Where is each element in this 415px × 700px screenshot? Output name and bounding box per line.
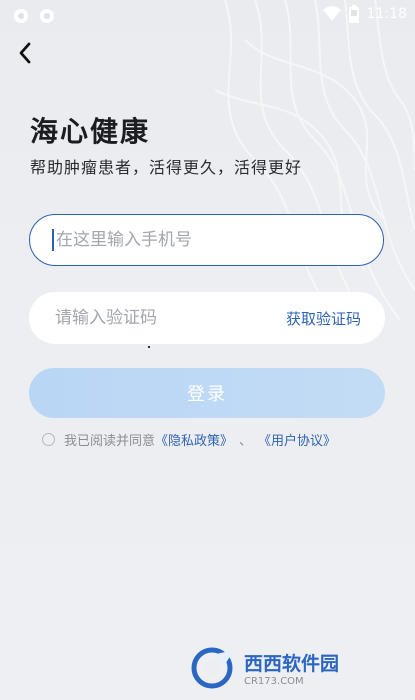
phone-field[interactable]: [29, 214, 384, 266]
watermark-logo-icon: [190, 646, 238, 690]
chevron-left-icon: [19, 42, 31, 64]
notification-dot-icon: [40, 9, 54, 23]
watermark-subtitle: CR173.COM: [244, 676, 304, 687]
user-agreement-link[interactable]: 《用户协议》: [258, 430, 336, 449]
verification-code-field[interactable]: 获取验证码: [29, 292, 385, 344]
agreement-row: 我已阅读并同意 《隐私政策》 、 《用户协议》: [42, 430, 336, 449]
watermark-text: 西西软件园 CR173.COM: [244, 649, 339, 687]
phone-input[interactable]: [54, 229, 383, 251]
agreement-checkbox[interactable]: [42, 433, 55, 446]
stray-dot: [148, 346, 150, 348]
agreement-prefix: 我已阅读并同意: [64, 434, 156, 449]
get-code-button[interactable]: 获取验证码: [286, 308, 361, 329]
text-cursor: [52, 229, 54, 251]
privacy-policy-link[interactable]: 《隐私政策》: [155, 430, 233, 449]
watermark-title: 西西软件园: [244, 653, 340, 675]
login-button[interactable]: 登录: [29, 368, 385, 418]
watermark: 西西软件园 CR173.COM: [190, 646, 339, 690]
verification-code-input[interactable]: [53, 307, 286, 329]
app-subtitle: 帮助肿瘤患者，活得更久，活得更好: [30, 158, 303, 177]
wifi-icon: [322, 6, 341, 21]
status-time: 11:18: [366, 6, 407, 22]
app-title: 海心健康: [30, 115, 151, 148]
status-right-icons: 11:18: [322, 5, 407, 23]
status-bar: 11:18: [0, 0, 415, 30]
agreement-separator: 、: [239, 434, 253, 449]
notification-dot-icon: [14, 9, 28, 23]
back-button[interactable]: [12, 40, 38, 66]
battery-icon: [348, 5, 359, 23]
status-left-icons: [12, 7, 56, 25]
